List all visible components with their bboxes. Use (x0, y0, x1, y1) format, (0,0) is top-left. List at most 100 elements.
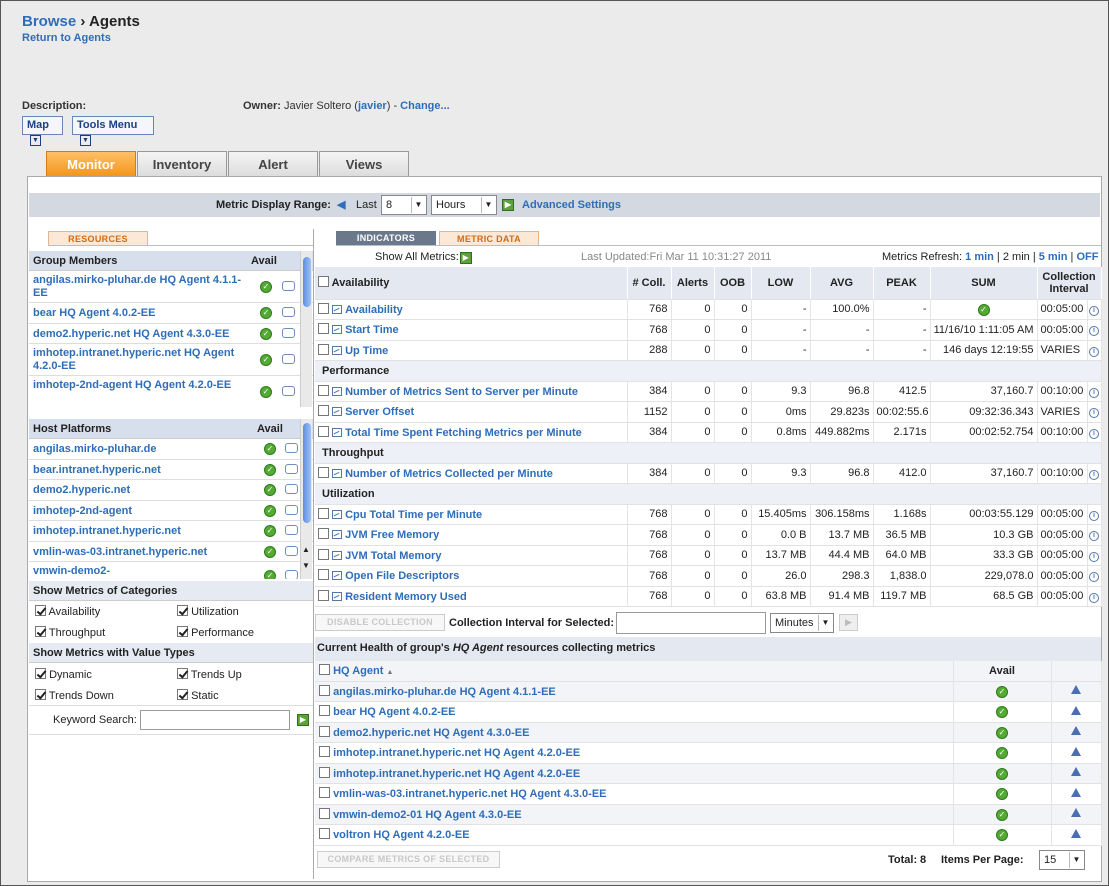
checkbox[interactable] (318, 302, 329, 314)
range-count-select[interactable]: 8 ▼ (381, 195, 427, 215)
list-item[interactable]: angilas.mirko-pluhar.de ✓ (29, 439, 314, 460)
metric-name-link[interactable]: Number of Metrics Collected per Minute (345, 468, 553, 480)
checkbox[interactable] (319, 766, 330, 778)
metric-row[interactable]: JVM Free Memory 768 0 0 0.0 B 13.7 MB 36.5 MB 1… (315, 524, 1102, 546)
map-button[interactable]: Map ▼ (22, 116, 63, 146)
metric-row[interactable]: Up Time 288 0 0- - -146 days 12:19:55 VARIES i (315, 340, 1102, 361)
member-name[interactable]: imhotep-2nd-agent HQ Agent 4.2.0-EE (33, 379, 248, 392)
select-all-checkbox[interactable] (319, 664, 330, 676)
info-icon[interactable]: i (1089, 387, 1099, 398)
platform-name[interactable]: bear.intranet.hyperic.net (33, 464, 161, 476)
table-row[interactable]: vmwin-demo2-01 HQ Agent 4.3.0-EE ✓ (315, 804, 1102, 825)
checkbox[interactable] (318, 425, 329, 437)
chart-icon[interactable] (332, 591, 343, 601)
chart-icon[interactable] (332, 550, 343, 560)
checkbox[interactable] (177, 689, 188, 700)
comment-icon[interactable] (282, 327, 295, 338)
comment-icon[interactable] (282, 307, 295, 317)
comment-icon[interactable] (285, 570, 298, 579)
checkbox[interactable] (35, 668, 46, 679)
agent-name-link[interactable]: voltron HQ Agent 4.2.0-EE (333, 829, 470, 841)
agent-name-link[interactable]: vmlin-was-03.intranet.hyperic.net HQ Age… (333, 788, 606, 800)
refresh-1min-link[interactable]: 1 min (965, 251, 994, 263)
checkbox[interactable] (319, 725, 330, 737)
chart-icon[interactable] (332, 345, 343, 355)
checkbox[interactable] (318, 323, 329, 335)
alert-icon[interactable] (1071, 787, 1081, 797)
list-item[interactable]: vmwin-demo2-01.demodomain.hyperic.com ✓ (29, 562, 314, 579)
list-item[interactable]: demo2.hyperic.net ✓ (29, 480, 314, 501)
member-name[interactable]: demo2.hyperic.net HQ Agent 4.3.0-EE (33, 328, 229, 340)
table-row[interactable]: vmlin-was-03.intranet.hyperic.net HQ Age… (315, 783, 1102, 805)
agent-name-link[interactable]: imhotep.intranet.hyperic.net HQ Agent 4.… (333, 768, 580, 780)
checkbox[interactable] (319, 807, 330, 819)
info-icon[interactable]: i (1089, 346, 1099, 357)
checkbox[interactable] (35, 626, 46, 637)
info-icon[interactable]: i (1089, 551, 1099, 562)
member-name[interactable]: angilas.mirko-pluhar.de HQ Agent 4.1.1-E… (33, 274, 248, 300)
group-members-scrollbar[interactable] (300, 251, 312, 407)
agent-name-link[interactable]: imhotep.intranet.hyperic.net HQ Agent 4.… (333, 747, 580, 759)
checkbox[interactable] (318, 548, 329, 560)
list-item[interactable]: imhotep.intranet.hyperic.net ✓ (29, 521, 314, 542)
collection-unit-select[interactable]: Minutes ▼ (770, 613, 834, 633)
table-row[interactable]: imhotep.intranet.hyperic.net HQ Agent 4.… (315, 742, 1102, 764)
availability-column-header[interactable]: Availability (315, 267, 628, 300)
keyword-search-input[interactable] (140, 710, 290, 730)
tools-menu-button[interactable]: Tools Menu ▼ (72, 116, 154, 146)
subtab-metric-data[interactable]: METRIC DATA (439, 231, 539, 246)
checkbox[interactable] (177, 605, 188, 616)
chart-icon[interactable] (332, 530, 343, 540)
value-type-trends-down[interactable]: Trends Down (35, 689, 114, 702)
metric-name-link[interactable]: Number of Metrics Sent to Server per Min… (345, 386, 578, 398)
chart-icon[interactable] (332, 468, 343, 478)
checkbox[interactable] (319, 705, 330, 717)
platform-name[interactable]: vmlin-was-03.intranet.hyperic.net (33, 546, 207, 558)
alert-icon[interactable] (1071, 705, 1081, 715)
checkbox[interactable] (318, 507, 329, 519)
member-name[interactable]: bear HQ Agent 4.0.2-EE (33, 307, 155, 319)
checkbox[interactable] (318, 528, 329, 540)
comment-icon[interactable] (285, 504, 298, 515)
metric-name-link[interactable]: Start Time (345, 324, 399, 336)
metric-name-link[interactable]: JVM Total Memory (345, 550, 441, 562)
list-item[interactable]: angilas.mirko-pluhar.de HQ Agent 4.1.1-E… (29, 271, 314, 303)
list-item[interactable]: vmlin-was-03.intranet.hyperic.net ✓ (29, 542, 314, 562)
checkbox[interactable] (319, 746, 330, 758)
alert-icon[interactable] (1071, 767, 1081, 777)
metric-row[interactable]: JVM Total Memory 768 0 0 13.7 MB 44.4 MB 64.0 … (315, 545, 1102, 566)
list-item[interactable]: bear HQ Agent 4.0.2-EE ✓ (29, 303, 314, 324)
metric-name-link[interactable]: Resident Memory Used (345, 591, 467, 603)
comment-icon[interactable] (285, 525, 298, 535)
info-icon[interactable]: i (1089, 305, 1099, 316)
metric-row[interactable]: Availability 768 0 0-100.0% - ✓ 00:05:00 i (315, 299, 1102, 320)
category-throughput[interactable]: Throughput (35, 626, 105, 639)
tab-inventory[interactable]: Inventory (137, 151, 227, 177)
breadcrumb-browse-link[interactable]: Browse (22, 13, 76, 30)
table-row[interactable]: bear HQ Agent 4.0.2-EE ✓ (315, 701, 1102, 723)
checkbox[interactable] (318, 466, 329, 478)
range-go-button[interactable]: ▶ (502, 199, 514, 211)
checkbox[interactable] (177, 668, 188, 679)
scrollbar-thumb[interactable] (303, 423, 311, 523)
checkbox[interactable] (319, 828, 330, 840)
return-to-agents-link[interactable]: Return to Agents (22, 32, 111, 44)
hq-agent-column-header[interactable]: HQ Agent ▲ (315, 661, 954, 682)
checkbox[interactable] (318, 405, 329, 417)
host-platforms-scrollbar[interactable]: ▲ ▼ (300, 419, 312, 579)
metric-row[interactable]: Cpu Total Time per Minute 768 0 0 15.405ms 30… (315, 504, 1102, 525)
info-icon[interactable]: i (1089, 531, 1099, 542)
member-name[interactable]: imhotep.intranet.hyperic.net HQ Agent 4.… (33, 347, 248, 373)
metric-row[interactable]: Server Offset 1152 0 0 0ms 29.823s 00:02:55.6 0… (315, 401, 1102, 423)
list-item[interactable]: imhotep-2nd-agent HQ Agent 4.2.0-EE ✓ (29, 376, 314, 407)
checkbox[interactable] (319, 684, 330, 696)
platform-name[interactable]: demo2.hyperic.net (33, 484, 130, 496)
comment-icon[interactable] (282, 386, 295, 396)
comment-icon[interactable] (285, 484, 298, 494)
chart-icon[interactable] (332, 386, 343, 396)
metric-name-link[interactable]: Availability (345, 304, 403, 316)
range-back-icon[interactable]: ◀ (337, 198, 345, 211)
metric-row[interactable]: Resident Memory Used 768 0 0 63.8 MB 91.4 MB 1… (315, 586, 1102, 607)
agent-name-link[interactable]: angilas.mirko-pluhar.de HQ Agent 4.1.1-E… (333, 686, 556, 698)
chart-icon[interactable] (332, 571, 343, 581)
